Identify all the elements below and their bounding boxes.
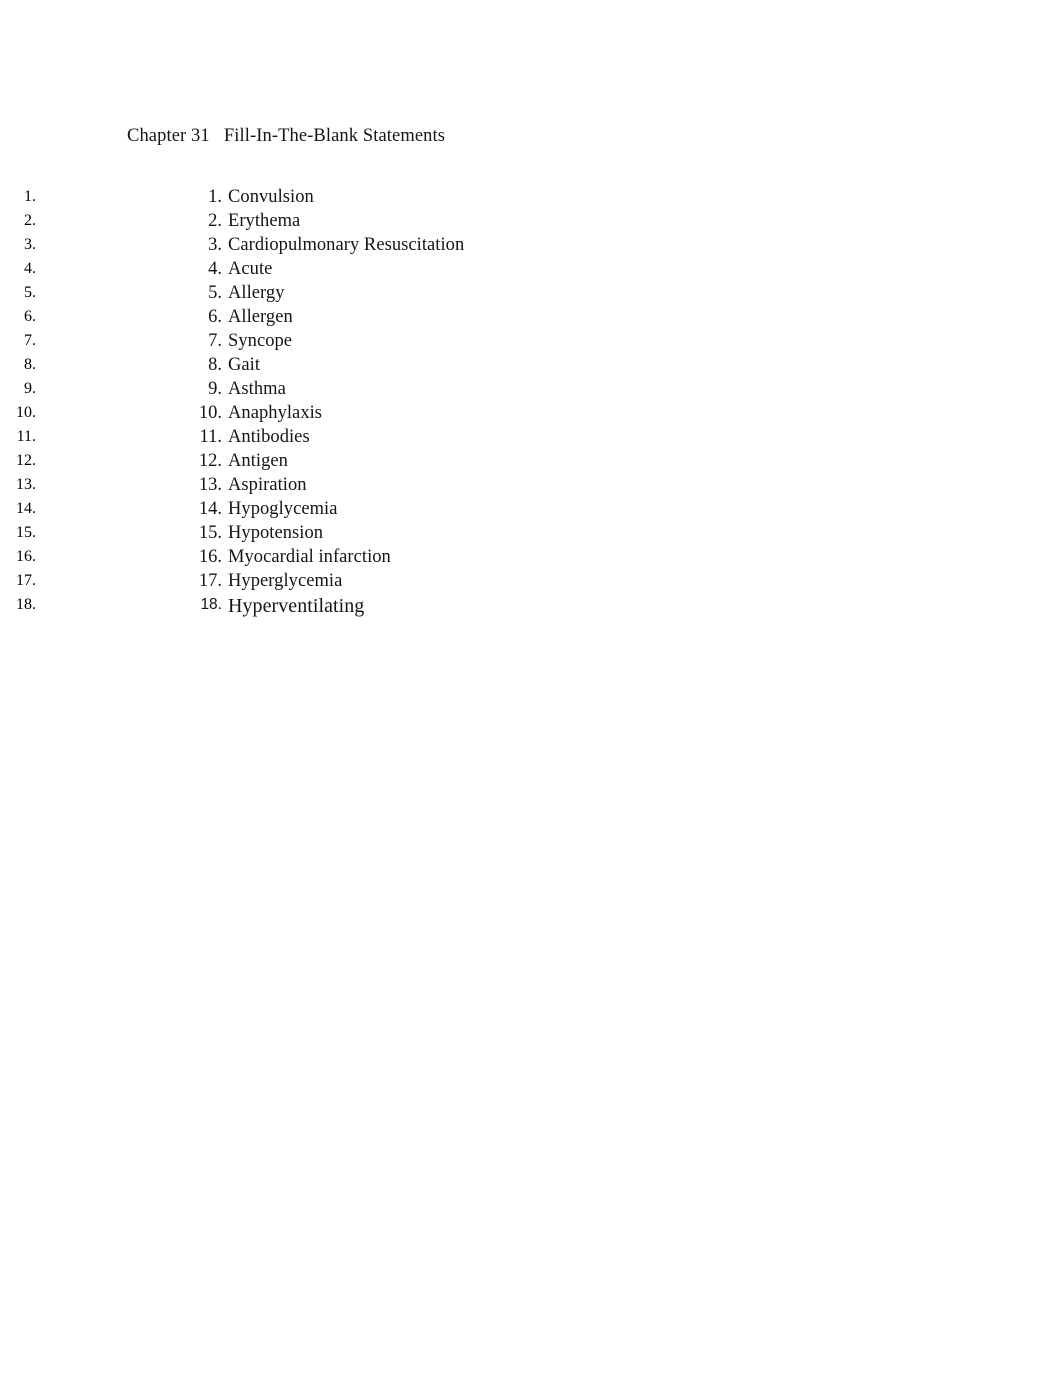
list-item-label: Asthma [228, 379, 286, 399]
list-item: 17. Hyperglycemia [40, 569, 1062, 593]
list-item: 10. Anaphylaxis [40, 401, 1062, 425]
list-item-label: Hypotension [228, 523, 324, 543]
list-item-label: Cardiopulmonary Resuscitation [228, 235, 465, 255]
list-item-number: 3. [208, 235, 222, 255]
list-item-label: Hyperventilating [228, 595, 365, 617]
list-item-number: 4. [208, 259, 222, 279]
answer-list: 1. Convulsion 2. Erythema 3. Cardiopulmonary … [0, 185, 1062, 619]
list-item-label: Allergy [228, 283, 285, 303]
list-item-number: 11. [199, 427, 222, 447]
list-item: 2. Erythema [40, 209, 1062, 233]
list-item-number: 5. [208, 283, 222, 303]
list-item-label: Hyperglycemia [228, 571, 343, 591]
list-item-label: Allergen [228, 307, 293, 327]
list-item-label: Hypoglycemia [228, 499, 338, 519]
list-item-label: Gait [228, 355, 261, 375]
list-item-number: 17. [198, 571, 222, 591]
list-item-number: 15. [198, 523, 222, 543]
list-item: 14. Hypoglycemia [40, 497, 1062, 521]
list-item-number: 16. [198, 547, 222, 567]
list-item-number: 6. [208, 307, 222, 327]
list-item-number: 14. [198, 499, 222, 519]
list-item: 8. Gait [40, 353, 1062, 377]
list-item: 9. Asthma [40, 377, 1062, 401]
list-item: 4. Acute [40, 257, 1062, 281]
list-item-number: 8. [208, 355, 222, 375]
list-item-number: 12. [198, 451, 222, 471]
list-item-label: Erythema [228, 211, 301, 231]
list-item-label: Convulsion [228, 187, 314, 207]
list-item-number: 7. [208, 331, 222, 351]
list-item-number: 10. [198, 403, 222, 423]
list-item-label: Antibodies [228, 427, 310, 447]
list-item: 1. Convulsion [40, 185, 1062, 209]
list-item-label: Aspiration [228, 475, 307, 495]
list-item-label: Acute [228, 259, 273, 279]
list-item-label: Syncope [228, 331, 293, 351]
document-page: Chapter 31 Fill-In-The-Blank Statements … [0, 0, 1062, 1377]
list-item-number: 18. [200, 596, 222, 613]
list-item: 16. Myocardial infarction [40, 545, 1062, 569]
list-item: 13. Aspiration [40, 473, 1062, 497]
list-item-label: Anaphylaxis [228, 403, 323, 423]
list-item-number: 1. [208, 187, 222, 207]
list-item: 5. Allergy [40, 281, 1062, 305]
list-item: 12. Antigen [40, 449, 1062, 473]
page-title: Chapter 31 Fill-In-The-Blank Statements [127, 126, 446, 146]
list-item: 18. Hyperventilating [40, 593, 1062, 619]
list-item-number: 13. [198, 475, 222, 495]
list-item-label: Myocardial infarction [228, 547, 391, 567]
list-item: 11. Antibodies [40, 425, 1062, 449]
list-item: 3. Cardiopulmonary Resuscitation [40, 233, 1062, 257]
list-item-number: 2. [208, 211, 222, 231]
list-item-label: Antigen [228, 451, 288, 471]
list-item-number: 9. [208, 379, 222, 399]
list-item: 7. Syncope [40, 329, 1062, 353]
list-item: 6. Allergen [40, 305, 1062, 329]
list-item: 15. Hypotension [40, 521, 1062, 545]
